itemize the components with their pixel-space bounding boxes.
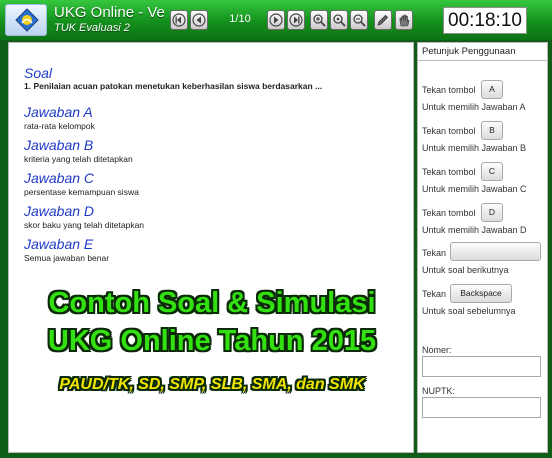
zoom-out-icon <box>353 14 366 27</box>
last-page-button[interactable] <box>287 10 305 30</box>
instructions-divider <box>418 60 547 61</box>
countdown-timer: 00:18:10 <box>443 7 527 34</box>
key-a-button[interactable]: A <box>481 80 503 99</box>
first-page-icon <box>172 13 186 27</box>
first-page-button[interactable] <box>170 10 188 30</box>
answer-a-text[interactable]: rata-rata kelompok <box>24 121 95 131</box>
instructions-panel: Petunjuk Penggunaan Tekan tombol A Untuk… <box>417 42 548 453</box>
answer-c-text[interactable]: persentase kemampuan siswa <box>24 187 139 197</box>
press-label-a: Tekan tombol <box>422 85 476 95</box>
press-label-c: Tekan tombol <box>422 167 476 177</box>
zoom-in-icon <box>313 14 326 27</box>
key-b-desc: Untuk memilih Jawaban B <box>422 143 527 153</box>
key-d-desc: Untuk memilih Jawaban D <box>422 225 527 235</box>
answer-d-text[interactable]: skor baku yang telah ditetapkan <box>24 220 144 230</box>
edit-button[interactable] <box>374 10 392 30</box>
zoom-in-button[interactable] <box>310 10 328 30</box>
answer-a-label[interactable]: Jawaban A <box>24 104 93 120</box>
app-title-text: UKG Online - Ver. ( <box>54 4 164 21</box>
press-label-next: Tekan <box>422 248 447 258</box>
zoom-reset-button[interactable] <box>330 10 348 30</box>
answer-d-label[interactable]: Jawaban D <box>24 203 94 219</box>
next-desc: Untuk soal berikutnya <box>422 265 509 275</box>
zoom-reset-icon <box>333 14 346 27</box>
page-indicator: 1/10 <box>229 13 251 25</box>
key-c-desc: Untuk memilih Jawaban C <box>422 184 527 194</box>
nuptk-field[interactable] <box>422 397 541 418</box>
nomer-field[interactable] <box>422 356 541 377</box>
answer-e-text[interactable]: Semua jawaban benar <box>24 253 109 263</box>
question-label: Soal <box>24 65 53 81</box>
zoom-out-button[interactable] <box>350 10 368 30</box>
key-a-desc: Untuk memilih Jawaban A <box>422 102 526 112</box>
press-label-d: Tekan tombol <box>422 208 476 218</box>
promo-headline-2: UKG Online Tahun 2015 <box>47 325 377 357</box>
next-page-button[interactable] <box>267 10 285 30</box>
prev-page-icon <box>192 13 206 27</box>
nuptk-label: NUPTK: <box>422 386 456 396</box>
edit-icon <box>377 14 389 26</box>
last-page-icon <box>289 13 303 27</box>
app-subtitle-text: TUK Evaluasi 2 <box>54 22 130 34</box>
answer-b-label[interactable]: Jawaban B <box>24 137 93 153</box>
instructions-title: Petunjuk Penggunaan <box>422 46 516 57</box>
key-c-button[interactable]: C <box>481 162 503 181</box>
space-key-button[interactable] <box>450 242 541 261</box>
key-b-button[interactable]: B <box>481 121 503 140</box>
key-d-button[interactable]: D <box>481 203 503 222</box>
promo-headline-1: Contoh Soal & Simulasi <box>48 287 376 319</box>
prev-desc: Untuk soal sebelumnya <box>422 306 516 316</box>
hand-tool-button[interactable] <box>395 10 413 30</box>
app-title: UKG Online - Ver. ( TUK Evaluasi 2 <box>52 4 164 36</box>
title-bar: UKG Online - Ver. ( TUK Evaluasi 2 1/10 <box>0 0 552 40</box>
question-panel: Soal 1. Penilaian acuan patokan menetuka… <box>8 42 414 453</box>
app-logo <box>5 4 47 36</box>
promo-subheadline: PAUD/TK, SD, SMP, SLB, SMA, dan SMK <box>59 376 365 393</box>
answer-b-text[interactable]: kriteria yang telah ditetapkan <box>24 154 133 164</box>
next-page-icon <box>269 13 283 27</box>
hand-icon <box>399 14 410 27</box>
prev-page-button[interactable] <box>190 10 208 30</box>
press-label-b: Tekan tombol <box>422 126 476 136</box>
tut-wuri-logo-icon <box>15 8 39 32</box>
backspace-key-button[interactable]: Backspace <box>450 284 512 303</box>
press-label-prev: Tekan <box>422 289 447 299</box>
nomer-label: Nomer: <box>422 345 452 355</box>
answer-c-label[interactable]: Jawaban C <box>24 170 94 186</box>
question-text: 1. Penilaian acuan patokan menetukan keb… <box>24 81 323 91</box>
answer-e-label[interactable]: Jawaban E <box>24 236 93 252</box>
